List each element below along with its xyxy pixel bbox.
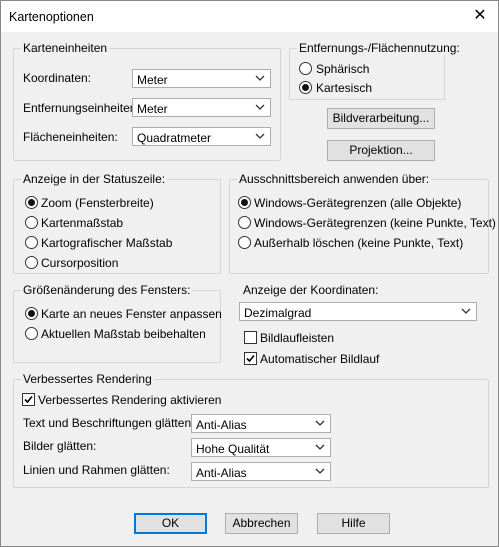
abbrechen-button[interactable]: Abbrechen xyxy=(225,513,298,534)
sphaerisch-radio[interactable] xyxy=(299,62,312,75)
ok-button[interactable]: OK xyxy=(134,513,207,534)
text-glaetten-value: Anti-Alias xyxy=(196,418,247,432)
groessen-group: Größenänderung des Fensters: Karte an ne… xyxy=(13,283,222,363)
hilfe-button[interactable]: Hilfe xyxy=(317,513,390,534)
chevron-down-icon xyxy=(315,420,325,426)
massstab-beibehalten-radio[interactable] xyxy=(25,327,38,340)
projektion-button[interactable]: Projektion... xyxy=(327,140,435,161)
rendering-aktivieren-label[interactable]: Verbessertes Rendering aktivieren xyxy=(38,393,221,407)
rendering-aktivieren-checkbox[interactable] xyxy=(22,393,35,406)
automatischer-bildlauf-label[interactable]: Automatischer Bildlauf xyxy=(260,352,379,366)
bildverarbeitung-button[interactable]: Bildverarbeitung... xyxy=(327,108,435,129)
flaecheneinheiten-value: Quadratmeter xyxy=(137,131,212,145)
ausschnitt-group: Ausschnittsbereich anwenden über: Window… xyxy=(229,172,496,274)
rendering-legend: Verbessertes Rendering xyxy=(21,372,154,386)
chevron-down-icon xyxy=(315,468,325,474)
koordinaten-label: Koordinaten: xyxy=(23,71,92,85)
entfernungseinheiten-select[interactable]: Meter xyxy=(132,98,271,117)
koordinaten-anzeige-value: Dezimalgrad xyxy=(244,306,312,320)
koordinaten-anzeige-select[interactable]: Dezimalgrad xyxy=(239,302,477,321)
checkmark-icon xyxy=(246,354,255,363)
dialog-title: Kartenoptionen xyxy=(9,10,94,24)
entfernungseinheiten-value: Meter xyxy=(137,102,168,116)
entfernung-legend: Entfernungs-/Flächennutzung: xyxy=(297,41,462,55)
karte-anpassen-radio[interactable] xyxy=(25,307,38,320)
kartesisch-label[interactable]: Kartesisch xyxy=(316,81,372,95)
zoom-radio[interactable] xyxy=(25,196,38,209)
entfernung-group: Entfernungs-/Flächennutzung: Sphärisch K… xyxy=(289,41,462,100)
kartenmassstab-radio[interactable] xyxy=(25,216,38,229)
zoom-label[interactable]: Zoom (Fensterbreite) xyxy=(41,196,154,210)
flaecheneinheiten-select[interactable]: Quadratmeter xyxy=(132,127,271,146)
chevron-down-icon xyxy=(255,104,265,110)
cursorposition-radio[interactable] xyxy=(25,256,38,269)
karteneinheiten-group: Karteneinheiten Koordinaten: Meter Entfe… xyxy=(13,41,281,161)
statuszeile-legend: Anzeige in der Statuszeile: xyxy=(21,172,168,186)
ausserhalb-loeschen-radio[interactable] xyxy=(238,236,251,249)
geraetegrenzen-alle-radio[interactable] xyxy=(238,196,251,209)
koordinaten-select[interactable]: Meter xyxy=(132,69,271,88)
linien-glaetten-value: Anti-Alias xyxy=(196,466,247,480)
rendering-group: Verbessertes Rendering Verbessertes Rend… xyxy=(13,372,489,488)
text-glaetten-select[interactable]: Anti-Alias xyxy=(191,414,331,433)
kartesisch-radio[interactable] xyxy=(299,81,312,94)
kartenmassstab-label[interactable]: Kartenmaßstab xyxy=(41,216,123,230)
geraetegrenzen-alle-label[interactable]: Windows-Gerätegrenzen (alle Objekte) xyxy=(254,196,461,210)
chevron-down-icon xyxy=(255,75,265,81)
bilder-glaetten-label: Bilder glätten: xyxy=(23,439,97,453)
massstab-beibehalten-label[interactable]: Aktuellen Maßstab beibehalten xyxy=(41,327,206,341)
flaecheneinheiten-label: Flächeneinheiten: xyxy=(23,130,118,144)
sphaerisch-label[interactable]: Sphärisch xyxy=(316,62,369,76)
text-glaetten-label: Text und Beschriftungen glätten: xyxy=(23,416,195,430)
kartografischer-massstab-radio[interactable] xyxy=(25,236,38,249)
title-bar: Kartenoptionen ✕ xyxy=(1,1,498,32)
chevron-down-icon xyxy=(315,444,325,450)
linien-glaetten-select[interactable]: Anti-Alias xyxy=(191,462,331,481)
geraetegrenzen-keine-label[interactable]: Windows-Gerätegrenzen (keine Punkte, Tex… xyxy=(254,216,496,230)
automatischer-bildlauf-checkbox[interactable] xyxy=(244,352,257,365)
koordinaten-anzeige-label: Anzeige der Koordinaten: xyxy=(243,283,379,297)
ausserhalb-loeschen-label[interactable]: Außerhalb löschen (keine Punkte, Text) xyxy=(254,236,463,250)
koordinaten-value: Meter xyxy=(137,73,168,87)
bilder-glaetten-select[interactable]: Hohe Qualität xyxy=(191,438,331,457)
checkmark-icon xyxy=(24,395,33,404)
geraetegrenzen-keine-radio[interactable] xyxy=(238,216,251,229)
cursorposition-label[interactable]: Cursorposition xyxy=(41,256,118,270)
chevron-down-icon xyxy=(255,133,265,139)
karte-anpassen-label[interactable]: Karte an neues Fenster anpassen xyxy=(41,307,222,321)
bilder-glaetten-value: Hohe Qualität xyxy=(196,442,270,456)
karteneinheiten-legend: Karteneinheiten xyxy=(21,41,110,55)
statuszeile-group: Anzeige in der Statuszeile: Zoom (Fenste… xyxy=(13,172,221,274)
kartografischer-massstab-label[interactable]: Kartografischer Maßstab xyxy=(41,236,172,250)
close-icon[interactable]: ✕ xyxy=(468,5,492,27)
bildlaufleisten-label[interactable]: Bildlaufleisten xyxy=(260,331,334,345)
entfernungseinheiten-label: Entfernungseinheiten: xyxy=(23,101,140,115)
ausschnitt-legend: Ausschnittsbereich anwenden über: xyxy=(237,172,432,186)
kartenoptionen-dialog: Kartenoptionen ✕ Karteneinheiten Koordin… xyxy=(0,0,499,547)
bildlaufleisten-checkbox[interactable] xyxy=(244,331,257,344)
chevron-down-icon xyxy=(461,308,471,314)
groessen-legend: Größenänderung des Fensters: xyxy=(21,283,193,297)
linien-glaetten-label: Linien und Rahmen glätten: xyxy=(23,463,170,477)
